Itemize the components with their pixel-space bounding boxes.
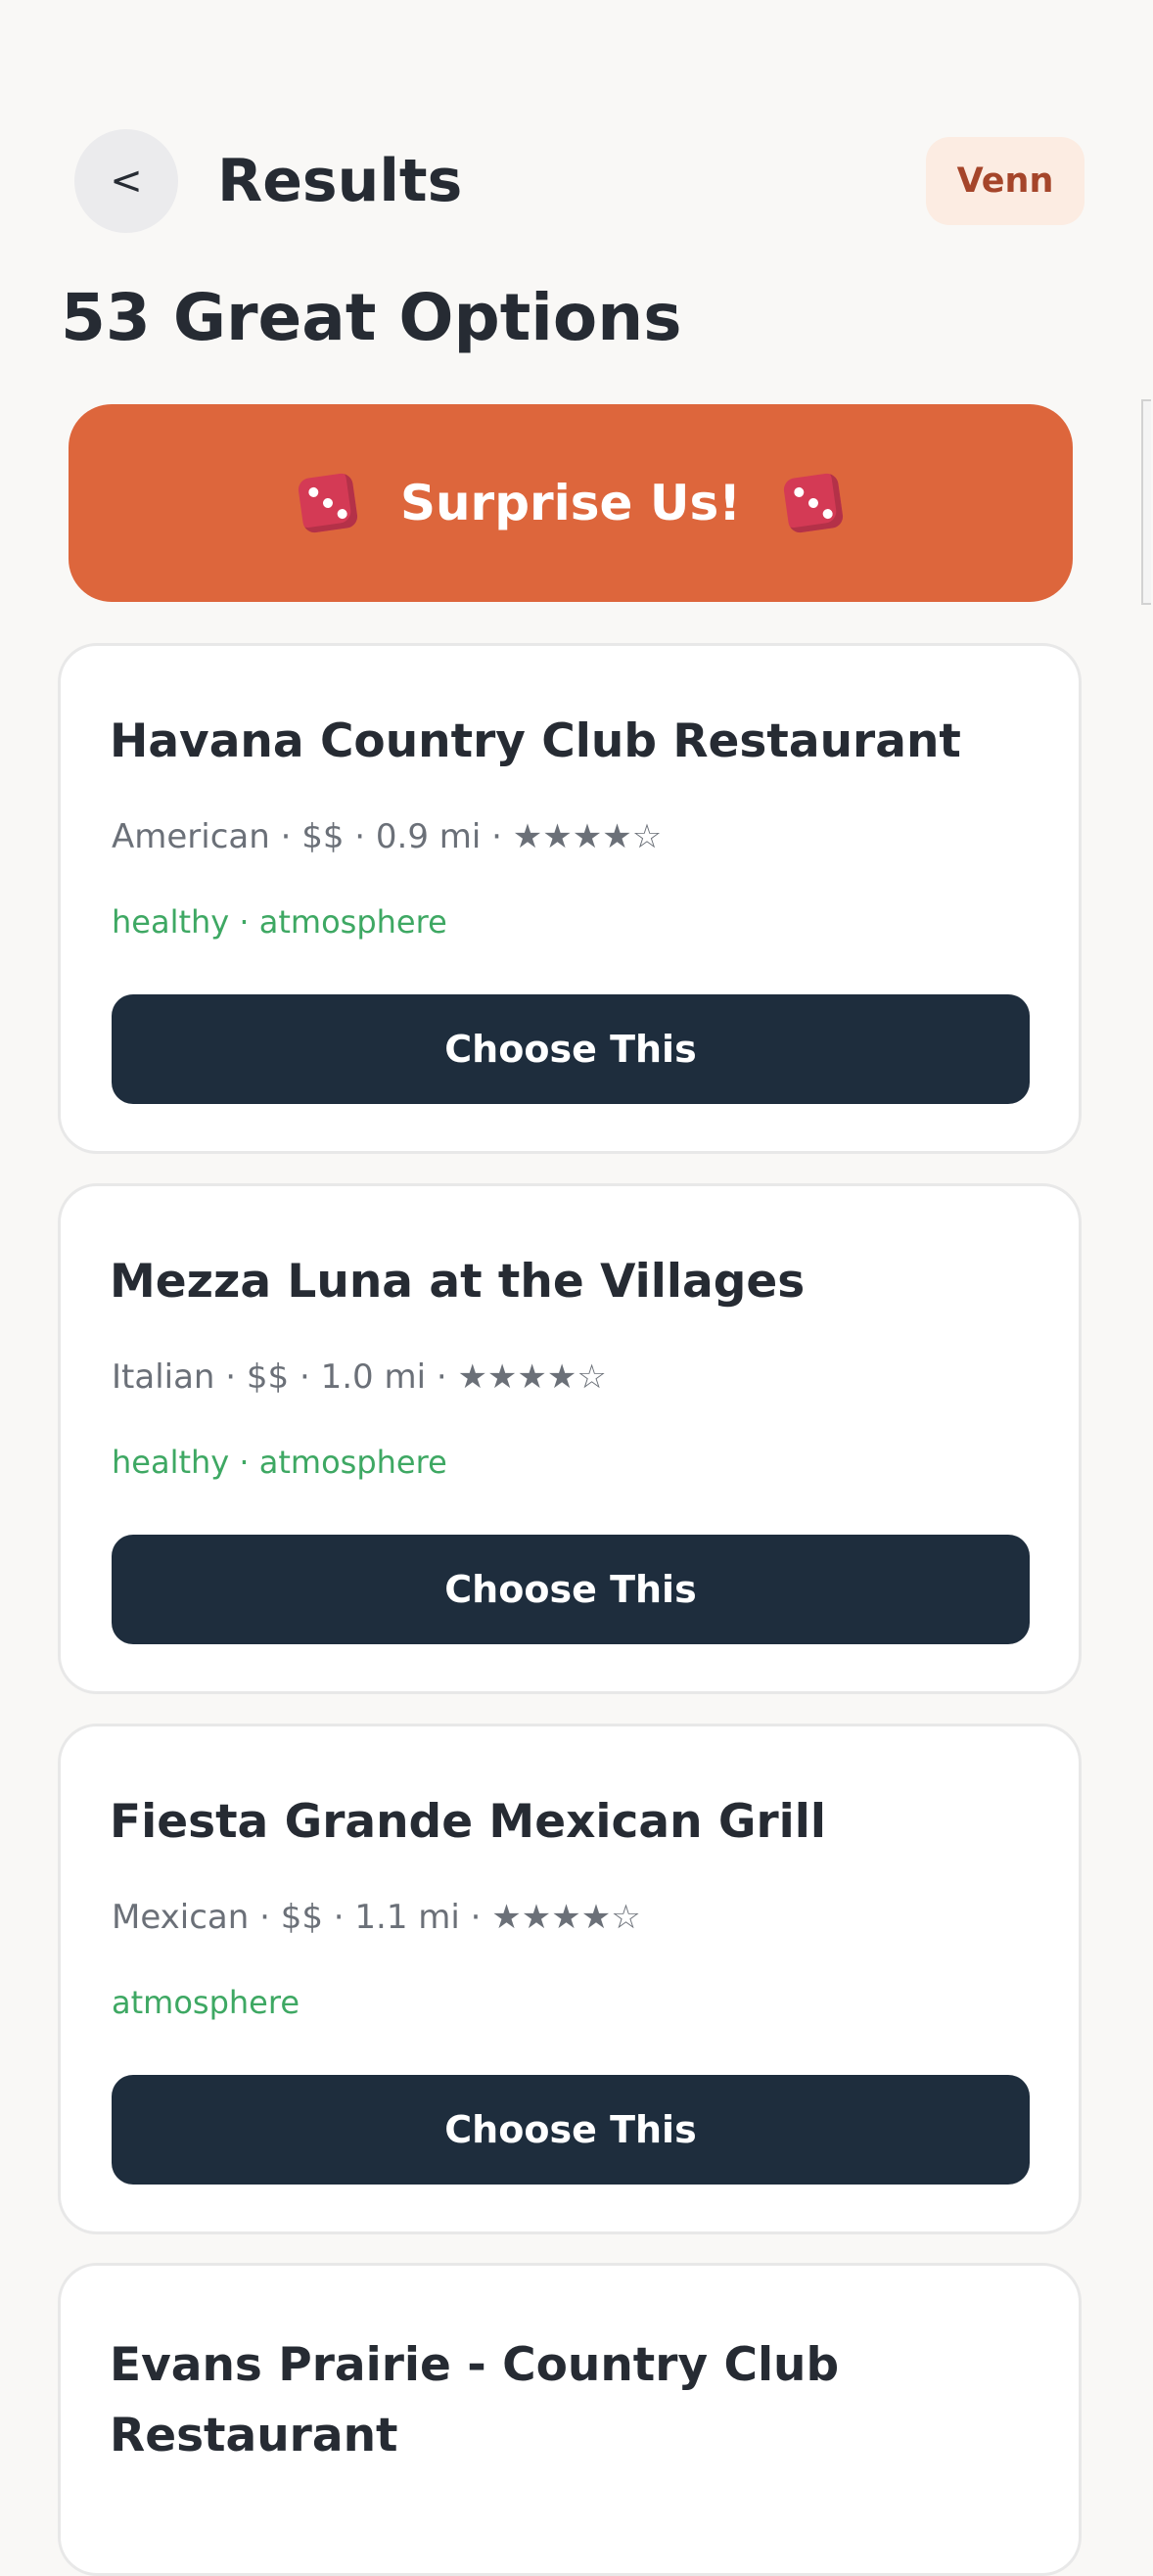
surprise-us-button[interactable]: Surprise Us! [69,404,1073,602]
restaurant-meta: American · $$ · 0.9 mi · ★★★★☆ [112,817,663,856]
restaurant-tags: atmosphere [112,1984,300,2021]
results-count-heading: 53 Great Options [61,280,682,355]
restaurant-meta: Mexican · $$ · 1.1 mi · ★★★★☆ [112,1898,641,1937]
restaurant-name: Mezza Luna at the Villages [110,1255,806,1309]
scrollbar-thumb[interactable] [1141,399,1151,605]
dice-icon [297,472,359,534]
restaurant-meta: Italian · $$ · 1.0 mi · ★★★★☆ [112,1357,607,1397]
choose-this-button[interactable]: Choose This [112,2075,1030,2185]
back-button[interactable]: < [74,129,178,233]
header: < Results Venn [0,0,1153,274]
back-icon: < [110,159,143,204]
restaurant-name: Fiesta Grande Mexican Grill [110,1795,826,1849]
result-card: Fiesta Grande Mexican Grill Mexican · $$… [58,1724,1082,2234]
venn-badge[interactable]: Venn [926,137,1084,225]
dice-icon [782,472,845,534]
surprise-us-label: Surprise Us! [399,475,742,531]
page-title: Results [217,147,463,215]
choose-this-button[interactable]: Choose This [112,994,1030,1104]
restaurant-name: Evans Prairie - Country Club Restaurant [110,2338,840,2462]
result-card: Havana Country Club Restaurant American … [58,643,1082,1154]
result-card: Mezza Luna at the Villages Italian · $$ … [58,1183,1082,1694]
restaurant-tags: healthy · atmosphere [112,903,447,941]
result-card: Evans Prairie - Country Club Restaurant [58,2263,1082,2576]
restaurant-tags: healthy · atmosphere [112,1444,447,1481]
restaurant-name: Havana Country Club Restaurant [110,714,961,768]
choose-this-button[interactable]: Choose This [112,1535,1030,1644]
